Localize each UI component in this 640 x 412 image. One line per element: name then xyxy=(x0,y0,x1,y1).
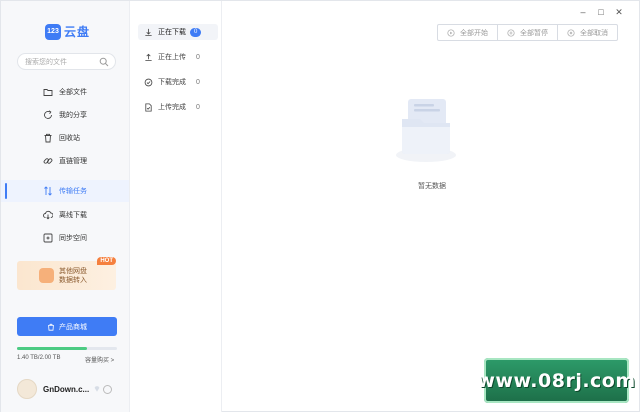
download-icon xyxy=(145,28,152,36)
storage-progress-fill xyxy=(17,347,87,350)
product-store-button[interactable]: 产品商城 xyxy=(17,317,117,336)
promo-line2: 数据转入 xyxy=(59,277,87,284)
search-icon[interactable] xyxy=(99,57,109,67)
close-button[interactable]: ✕ xyxy=(610,6,628,18)
count-text: 0 xyxy=(196,78,200,86)
file-check-icon xyxy=(145,102,152,112)
empty-folder-illustration xyxy=(396,99,456,162)
username: GnDown.c... xyxy=(43,384,90,394)
app-window: 123 云盘 全部文件 我的分享 回收站 xyxy=(0,0,640,412)
logo-badge: 123 xyxy=(45,23,61,40)
promo-text: 其他网盘 数据转入 xyxy=(59,267,87,285)
app-logo: 123 云盘 xyxy=(45,23,90,40)
minimize-button[interactable]: – xyxy=(574,6,592,18)
sidebar-item-label: 直链管理 xyxy=(59,158,87,165)
cancel-icon xyxy=(567,28,575,37)
storage-usage-text: 1.40 TB/2.00 TB xyxy=(17,355,61,361)
avatar[interactable] xyxy=(17,379,37,399)
search-input[interactable] xyxy=(25,56,101,68)
shop-icon xyxy=(48,323,54,331)
status-circle-icon[interactable] xyxy=(103,384,113,394)
transfer-tab-uploading[interactable]: 正在上传 0 xyxy=(138,49,218,65)
maximize-button[interactable]: □ xyxy=(592,6,610,18)
share-icon xyxy=(44,110,52,119)
start-all-button[interactable]: 全部开始 xyxy=(437,24,498,41)
transfer-icon xyxy=(44,186,52,196)
transfer-actions: 全部开始 全部暂停 全部取消 xyxy=(437,24,618,41)
site-watermark: www.08rj.com xyxy=(477,358,635,403)
sidebar-item-direct-link[interactable]: 直链管理 xyxy=(1,150,129,172)
sidebar-item-label: 回收站 xyxy=(59,135,80,142)
sidebar-item-label: 传输任务 xyxy=(59,188,87,195)
logo-text: 云盘 xyxy=(64,25,91,39)
sidebar-item-label: 离线下载 xyxy=(59,212,87,219)
transfer-tab-downloading[interactable]: 正在下载 0 xyxy=(138,24,218,40)
empty-state-text: 暂无数据 xyxy=(418,183,446,190)
transfer-tab-label: 上传完成 xyxy=(158,104,186,111)
count-text: 0 xyxy=(196,103,200,111)
transfer-tab-label: 下载完成 xyxy=(158,79,186,86)
import-promo-banner[interactable]: 其他网盘 数据转入 HOT xyxy=(17,257,116,290)
transfer-tab-download-complete[interactable]: 下载完成 0 xyxy=(138,74,218,90)
search-box xyxy=(17,53,116,70)
pause-all-button[interactable]: 全部暂停 xyxy=(497,24,558,41)
pause-all-label: 全部暂停 xyxy=(520,29,548,37)
buy-capacity-link[interactable]: 容量购买 > xyxy=(85,355,114,364)
sidebar-item-label: 全部文件 xyxy=(59,89,87,96)
upload-icon xyxy=(145,53,152,61)
link-icon xyxy=(43,158,53,164)
diamond-icon xyxy=(94,386,100,392)
storage-progress-bar xyxy=(17,347,117,350)
check-circle-icon xyxy=(144,78,153,86)
user-profile[interactable]: GnDown.c... xyxy=(17,379,113,399)
import-icon xyxy=(39,268,54,283)
cancel-all-label: 全部取消 xyxy=(580,29,608,37)
sidebar-item-label: 同步空间 xyxy=(59,235,87,242)
transfer-tab-upload-complete[interactable]: 上传完成 0 xyxy=(138,99,218,115)
count-text: 0 xyxy=(196,53,200,61)
transfer-tab-label: 正在下载 xyxy=(158,29,186,36)
window-controls: – □ ✕ xyxy=(574,6,628,18)
sidebar-item-my-share[interactable]: 我的分享 xyxy=(1,104,129,126)
watermark-text: www.08rj.com xyxy=(477,369,636,392)
trash-icon xyxy=(44,133,52,143)
sync-icon xyxy=(43,233,53,243)
count-badge: 0 xyxy=(190,27,202,37)
start-all-label: 全部开始 xyxy=(460,29,488,37)
sidebar-item-label: 我的分享 xyxy=(59,112,87,119)
play-icon xyxy=(447,28,455,37)
transfer-panel: 正在下载 0 正在上传 0 下载完成 0 上传完成 0 xyxy=(130,1,222,412)
sidebar-item-offline-download[interactable]: 离线下载 xyxy=(1,204,129,226)
cloud-download-icon xyxy=(43,210,53,220)
sidebar: 123 云盘 全部文件 我的分享 回收站 xyxy=(1,1,130,412)
sidebar-item-transfer-tasks[interactable]: 传输任务 xyxy=(1,180,129,202)
cancel-all-button[interactable]: 全部取消 xyxy=(557,24,618,41)
folder-icon xyxy=(43,89,53,96)
product-store-label: 产品商城 xyxy=(59,323,87,331)
main-content: – □ ✕ 全部开始 全部暂停 全部取消 暂无数据 xyxy=(222,1,640,412)
hot-badge: HOT xyxy=(97,257,116,265)
pause-icon xyxy=(507,28,515,37)
sidebar-item-all-files[interactable]: 全部文件 xyxy=(1,81,129,103)
transfer-tab-label: 正在上传 xyxy=(158,54,186,61)
sidebar-item-recycle-bin[interactable]: 回收站 xyxy=(1,127,129,149)
promo-line1: 其他网盘 xyxy=(59,268,87,275)
sidebar-item-sync-space[interactable]: 同步空间 xyxy=(1,227,129,249)
